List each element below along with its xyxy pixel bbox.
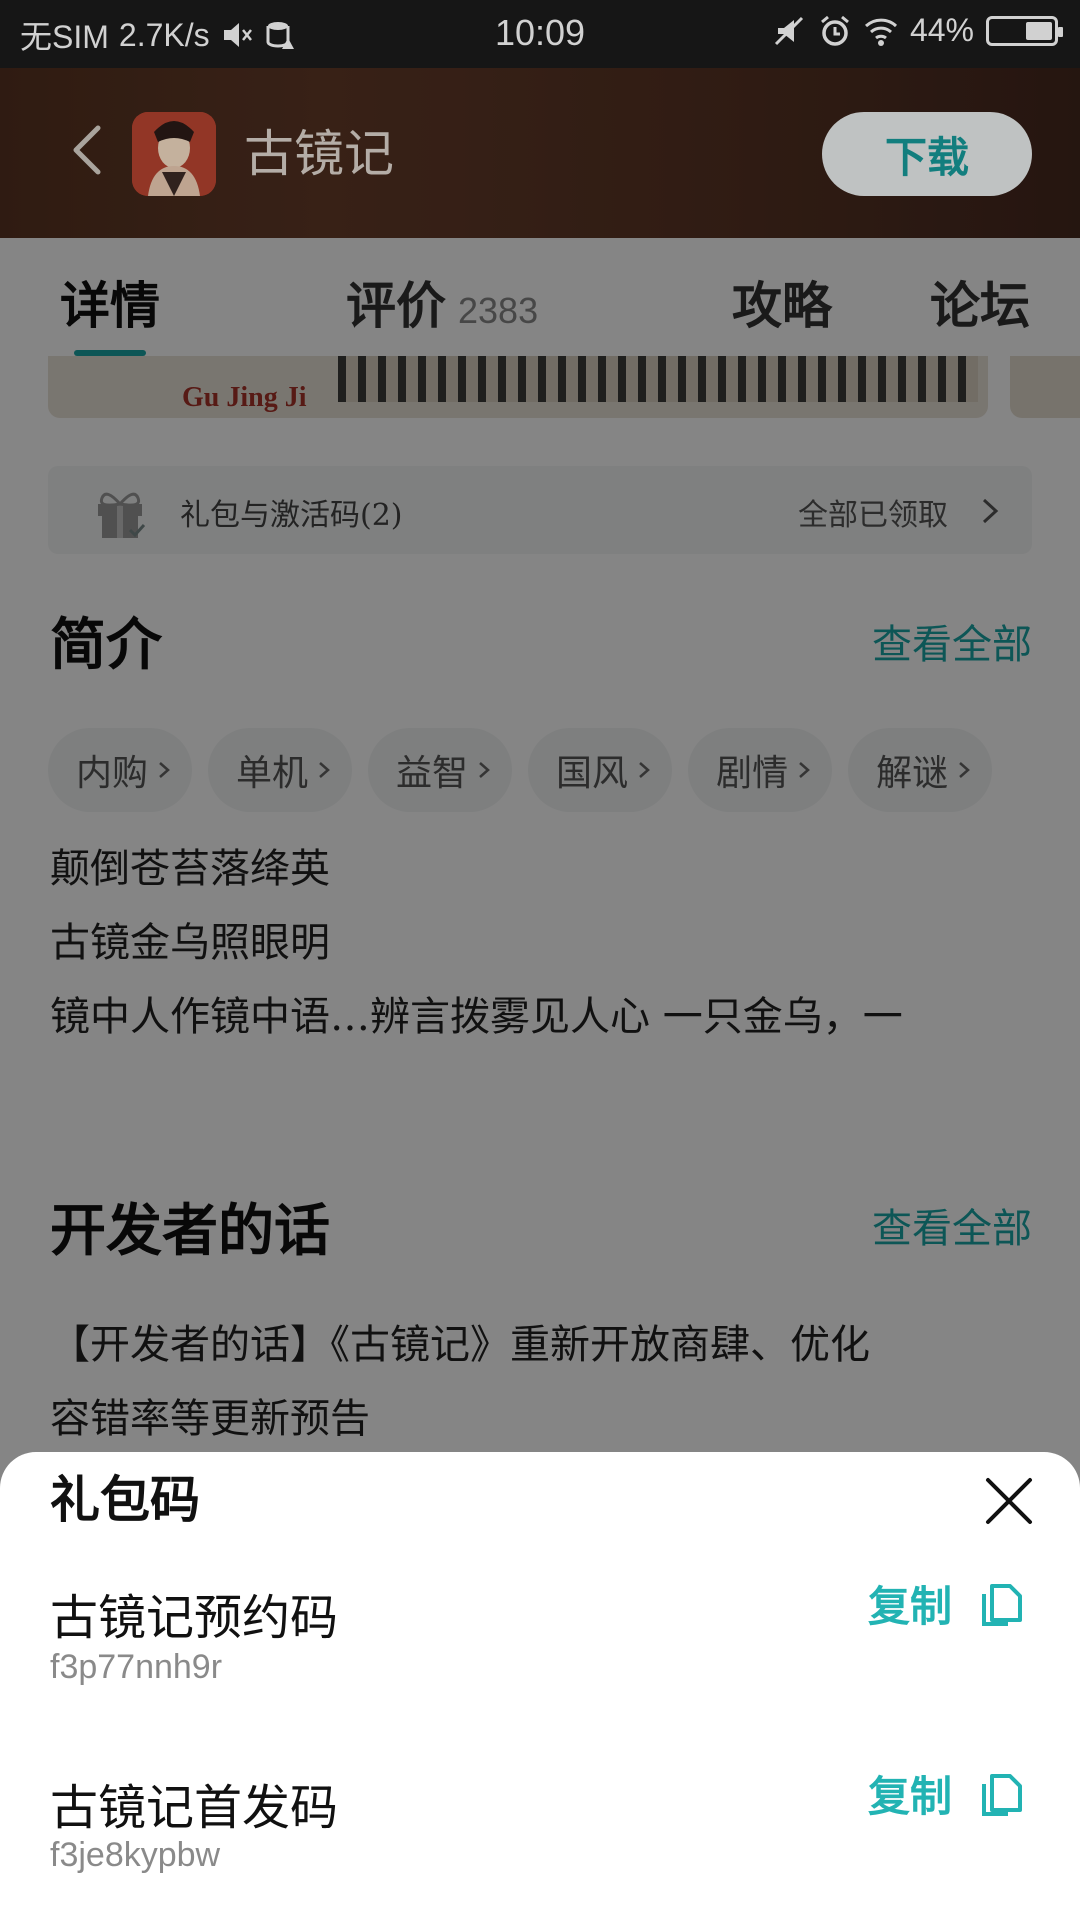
gift-code-sheet: 礼包码 古镜记预约码 f3p77nnh9r 复制 古镜记首发码 f3je8kyp… bbox=[0, 1452, 1080, 1920]
copy-label: 复制 bbox=[867, 1771, 952, 1821]
download-button[interactable]: 下载 bbox=[822, 112, 1032, 196]
code-name: 古镜记首发码 bbox=[50, 1780, 339, 1836]
code-value: f3p77nnh9r bbox=[50, 1648, 223, 1686]
copy-icon bbox=[982, 1584, 1022, 1626]
vibrate-off-icon bbox=[774, 16, 804, 45]
battery-icon bbox=[986, 15, 1063, 46]
app-icon bbox=[132, 112, 216, 196]
app-header: 古镜记 下载 bbox=[0, 68, 1080, 238]
wifi-icon bbox=[864, 18, 897, 46]
copy-button[interactable]: 复制 bbox=[868, 1758, 1024, 1828]
status-right: 44% bbox=[772, 12, 1063, 49]
close-icon[interactable] bbox=[974, 1466, 1044, 1536]
back-arrow-icon[interactable] bbox=[62, 120, 112, 180]
copy-label: 复制 bbox=[867, 1581, 952, 1631]
sheet-title: 礼包码 bbox=[50, 1470, 200, 1529]
alarm-icon bbox=[820, 15, 849, 46]
copy-icon bbox=[982, 1774, 1022, 1816]
status-bar: 无SIM 2.7K/s 10:09 44% bbox=[0, 0, 1080, 68]
app-title: 古镜记 bbox=[244, 125, 394, 183]
copy-button[interactable]: 复制 bbox=[868, 1568, 1024, 1638]
game-portrait-icon bbox=[132, 112, 216, 196]
code-value: f3je8kypbw bbox=[50, 1836, 221, 1874]
code-name: 古镜记预约码 bbox=[50, 1590, 339, 1646]
battery-percent: 44% bbox=[909, 12, 974, 48]
